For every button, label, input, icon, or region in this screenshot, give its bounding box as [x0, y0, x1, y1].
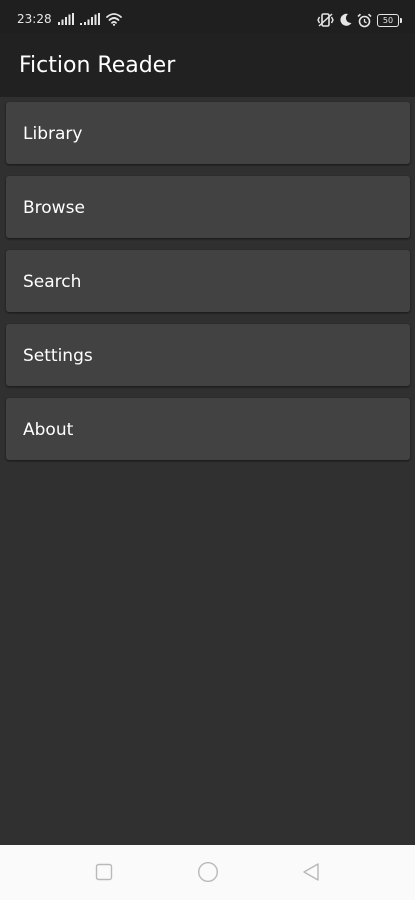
menu-item-browse[interactable]: Browse [6, 176, 410, 238]
status-time: 23:28 [17, 12, 52, 26]
recents-icon [95, 863, 113, 881]
app-title: Fiction Reader [19, 53, 176, 78]
back-icon [303, 863, 319, 881]
moon-icon [340, 13, 352, 26]
app-bar: Fiction Reader [0, 33, 415, 97]
status-bar: 23:28 50 [0, 0, 415, 33]
alarm-icon [357, 13, 372, 27]
vibrate-icon [317, 13, 334, 27]
menu-item-label: Library [23, 124, 83, 144]
menu-item-label: About [23, 420, 74, 440]
menu-item-library[interactable]: Library [6, 102, 410, 164]
status-icons: 50 [317, 12, 402, 28]
battery-level: 50 [382, 15, 394, 25]
menu-item-label: Search [23, 272, 82, 292]
system-nav-bar [0, 845, 415, 900]
wifi-icon [106, 13, 122, 26]
menu-item-settings[interactable]: Settings [6, 324, 410, 386]
recents-button[interactable] [92, 860, 116, 884]
menu-item-label: Settings [23, 346, 93, 366]
main-menu: Library Browse Search Settings About [6, 102, 410, 472]
menu-item-label: Browse [23, 198, 85, 218]
back-button[interactable] [299, 860, 323, 884]
home-button[interactable] [196, 860, 220, 884]
menu-item-search[interactable]: Search [6, 250, 410, 312]
battery-icon: 50 [377, 13, 402, 27]
home-icon [197, 861, 219, 883]
signal-icon [58, 13, 74, 25]
signal-icon [80, 13, 100, 25]
menu-item-about[interactable]: About [6, 398, 410, 460]
